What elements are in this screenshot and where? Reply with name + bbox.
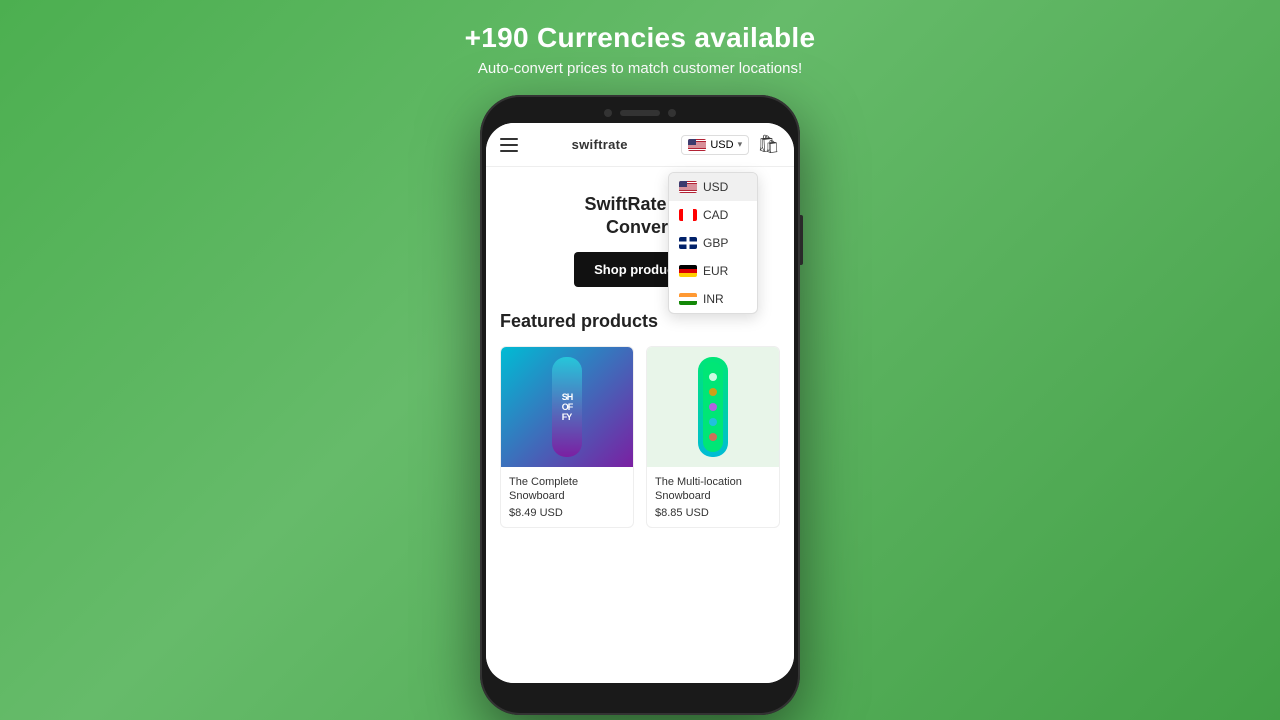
product-image-1: SHOFFY <box>501 347 633 467</box>
phone-camera-2 <box>668 109 676 117</box>
header-subtitle: Auto-convert prices to match customer lo… <box>465 60 816 77</box>
label-gbp: GBP <box>703 236 728 250</box>
phone-speaker <box>620 110 660 116</box>
product-price-1: $8.49 USD <box>509 507 625 519</box>
snowboard-2-shape <box>698 357 728 457</box>
flag-usd <box>679 181 697 193</box>
current-currency: USD <box>710 139 733 151</box>
flag-cad <box>679 209 697 221</box>
label-inr: INR <box>703 292 724 306</box>
phone-mockup: swiftrate USD ▾ 🛍 USD <box>480 95 800 715</box>
flag-gbp <box>679 237 697 249</box>
products-grid: SHOFFY The Complete Snowboard $8.49 USD <box>500 346 780 529</box>
currency-dropdown: USD CAD GBP EUR <box>668 172 758 314</box>
header-title: +190 Currencies available <box>465 22 816 54</box>
currency-selector[interactable]: USD ▾ <box>681 135 749 155</box>
label-cad: CAD <box>703 208 728 222</box>
product-info-2: The Multi-location Snowboard $8.85 USD <box>647 467 779 528</box>
product-card-2[interactable]: The Multi-location Snowboard $8.85 USD <box>646 346 780 529</box>
product-card-1[interactable]: SHOFFY The Complete Snowboard $8.49 USD <box>500 346 634 529</box>
label-usd: USD <box>703 180 728 194</box>
phone-shell: swiftrate USD ▾ 🛍 USD <box>480 95 800 715</box>
phone-screen: swiftrate USD ▾ 🛍 USD <box>486 123 794 683</box>
phone-side-button <box>800 215 803 265</box>
currency-option-gbp[interactable]: GBP <box>669 229 757 257</box>
phone-top-bar <box>486 109 794 117</box>
featured-section: Featured products SHOFFY The Complete Sn… <box>500 311 780 529</box>
hamburger-line-3 <box>500 150 518 152</box>
product-name-2: The Multi-location Snowboard <box>655 475 771 504</box>
flag-eur <box>679 265 697 277</box>
currency-option-cad[interactable]: CAD <box>669 201 757 229</box>
nav-right: USD ▾ 🛍 USD CAD <box>681 134 780 155</box>
hamburger-line-1 <box>500 138 518 140</box>
header-section: +190 Currencies available Auto-convert p… <box>465 0 816 77</box>
product-image-2 <box>647 347 779 467</box>
product-info-1: The Complete Snowboard $8.49 USD <box>501 467 633 528</box>
currency-option-usd[interactable]: USD <box>669 173 757 201</box>
currency-option-inr[interactable]: INR <box>669 285 757 313</box>
flag-inr <box>679 293 697 305</box>
snowboard-1-shape: SHOFFY <box>552 357 582 457</box>
cart-icon[interactable]: 🛍 <box>757 134 780 155</box>
label-eur: EUR <box>703 264 728 278</box>
phone-camera <box>604 109 612 117</box>
snowboard-2-svg <box>700 362 726 452</box>
store-brand: swiftrate <box>572 137 628 152</box>
hamburger-menu[interactable] <box>500 138 518 152</box>
product-name-1: The Complete Snowboard <box>509 475 625 504</box>
us-flag-icon <box>688 139 706 151</box>
hamburger-line-2 <box>500 144 518 146</box>
product-price-2: $8.85 USD <box>655 507 771 519</box>
chevron-down-icon: ▾ <box>738 139 743 150</box>
shop-navbar: swiftrate USD ▾ 🛍 USD <box>486 123 794 167</box>
currency-option-eur[interactable]: EUR <box>669 257 757 285</box>
